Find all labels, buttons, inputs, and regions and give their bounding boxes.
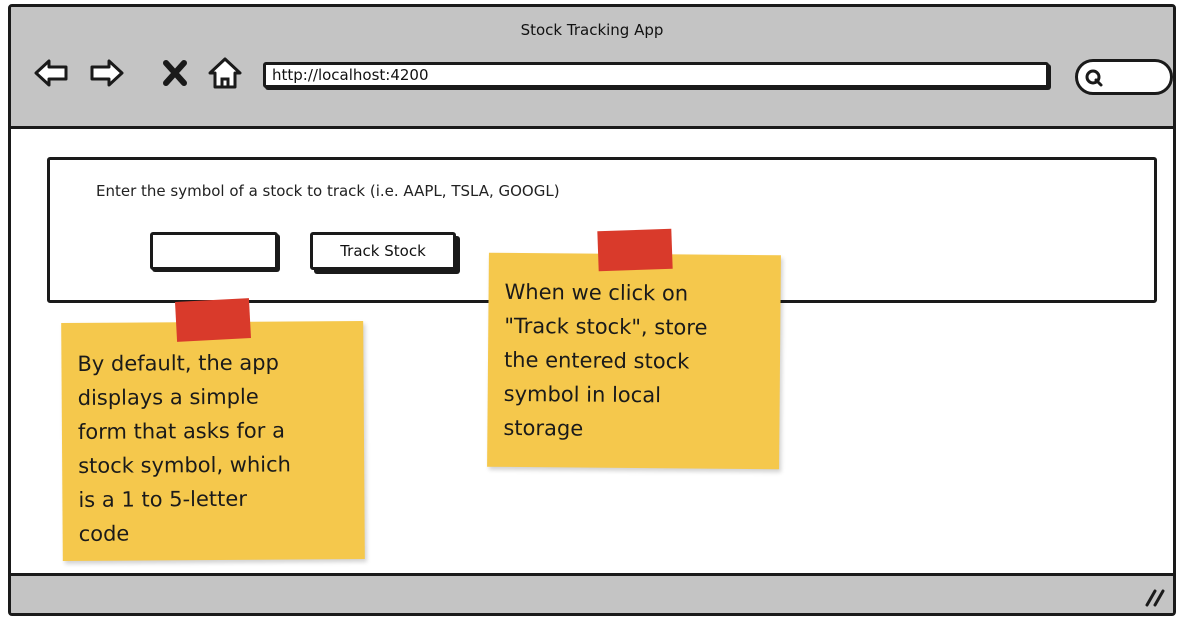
browser-search-box[interactable] (1075, 59, 1173, 95)
track-stock-button[interactable]: Track Stock (310, 232, 456, 270)
back-button[interactable] (33, 55, 69, 91)
annotation-note-track-stock: When we click on "Track stock", store th… (487, 252, 781, 470)
home-icon (208, 57, 242, 89)
home-button[interactable] (207, 55, 243, 91)
annotation-note-default-form: By default, the app displays a simple fo… (61, 320, 365, 562)
forward-arrow-icon (90, 59, 124, 87)
browser-statusbar (11, 573, 1173, 613)
stop-button[interactable] (157, 55, 193, 91)
tape-decoration (597, 228, 673, 272)
browser-titlebar: Stock Tracking App http://localhost:4200 (11, 7, 1173, 129)
back-arrow-icon (34, 59, 68, 87)
resize-grip-icon[interactable] (1143, 585, 1167, 607)
forward-button[interactable] (89, 55, 125, 91)
url-bar[interactable]: http://localhost:4200 (263, 62, 1049, 88)
window-title: Stock Tracking App (520, 21, 664, 39)
stock-symbol-input[interactable] (150, 232, 278, 270)
form-prompt: Enter the symbol of a stock to track (i.… (96, 182, 560, 200)
search-icon (1085, 69, 1103, 87)
close-x-icon (163, 60, 187, 86)
tape-decoration (175, 298, 251, 342)
